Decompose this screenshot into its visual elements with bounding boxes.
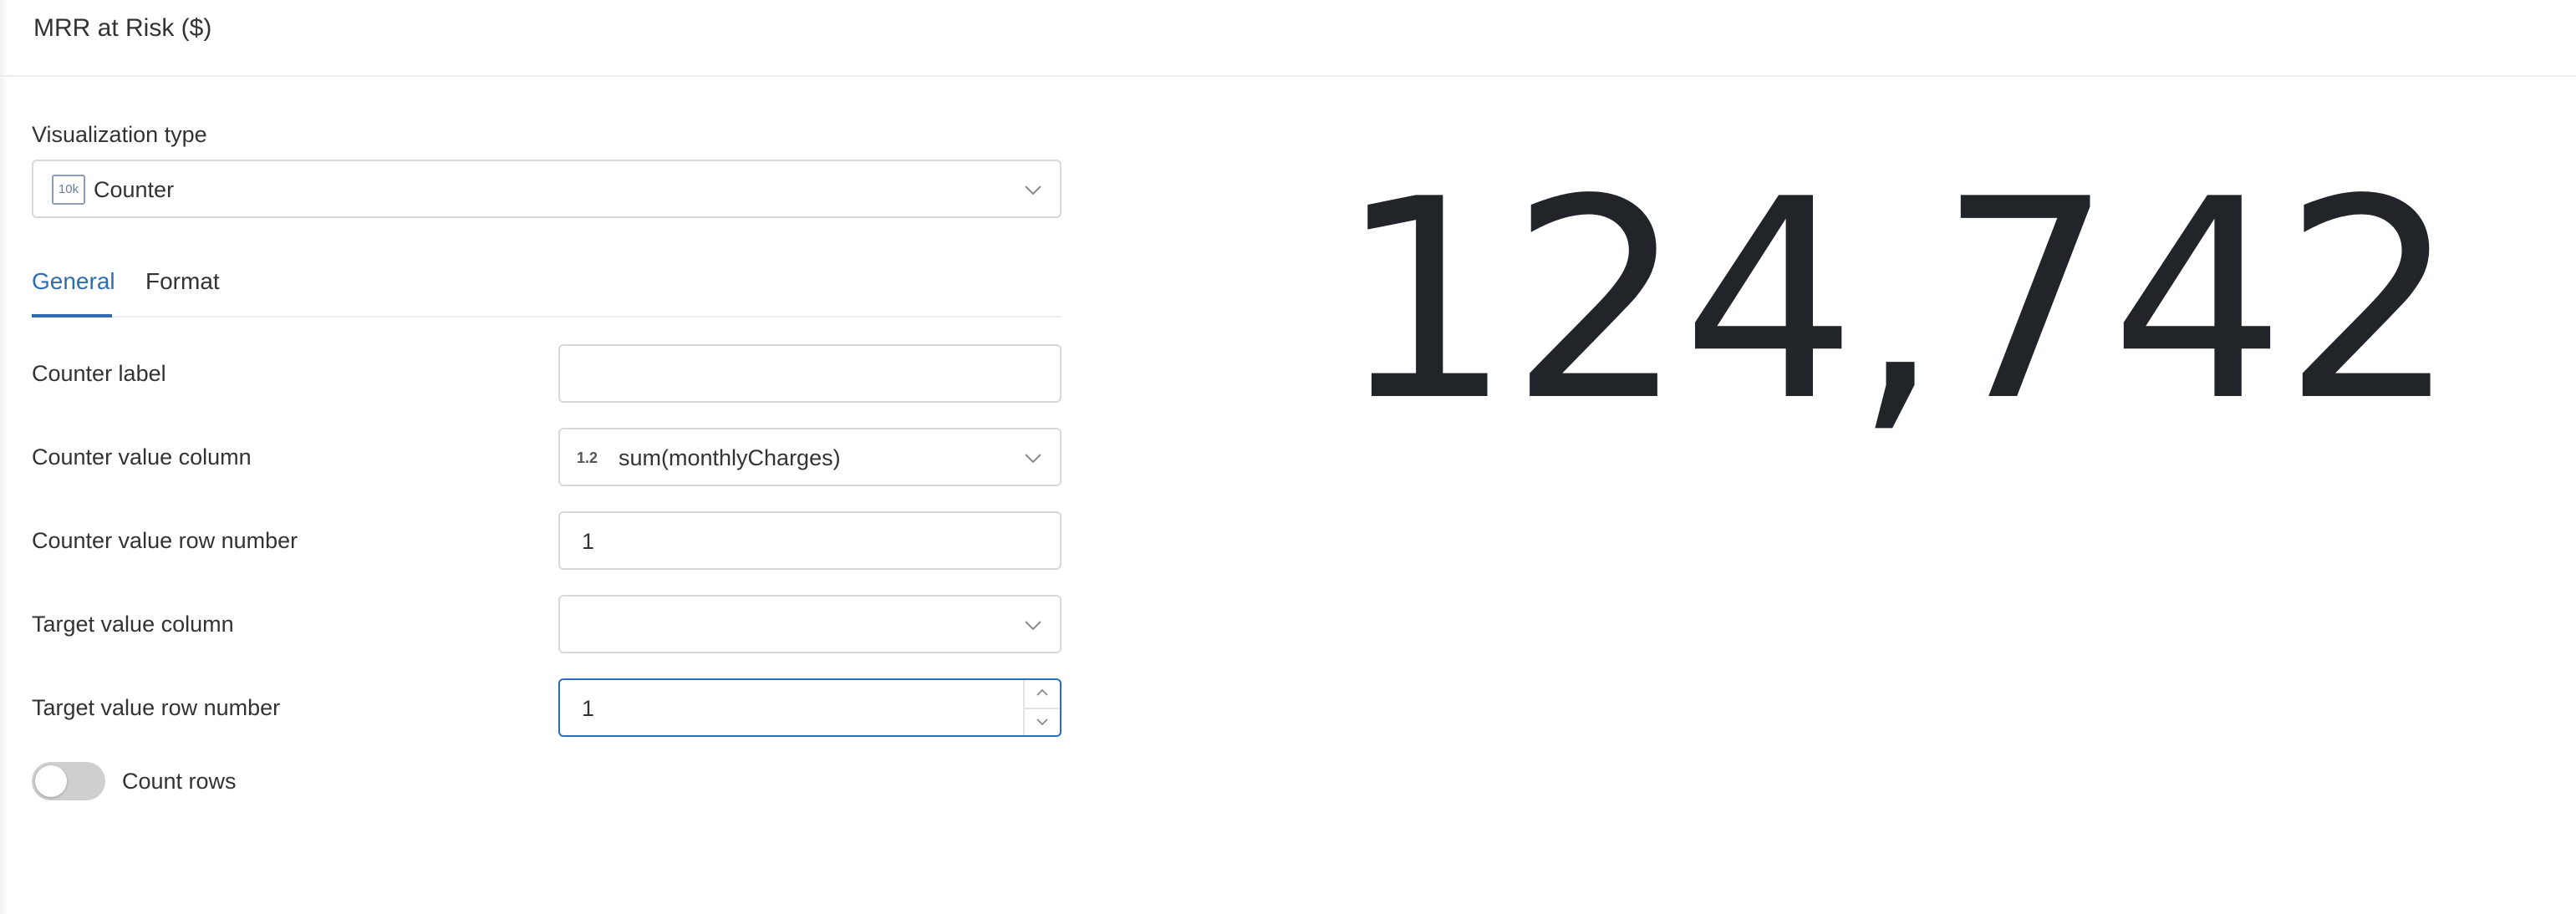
visualization-header: MRR at Risk ($) xyxy=(0,0,2576,77)
chevron-down-icon xyxy=(1023,180,1043,200)
left-edge-shadow xyxy=(0,0,8,914)
counter-value-display: 124,742 xyxy=(1337,140,2458,461)
page-title: MRR at Risk ($) xyxy=(33,14,212,42)
toggle-knob xyxy=(35,765,67,797)
target-value-column-select[interactable] xyxy=(558,595,1061,653)
counter-value-column-label: Counter value column xyxy=(32,444,252,470)
count-rows-toggle[interactable] xyxy=(32,762,105,800)
counter-value-column-value: sum(monthlyCharges) xyxy=(619,445,841,470)
counter-value-column-select[interactable]: 1.2 sum(monthlyCharges) xyxy=(558,428,1061,486)
count-rows-label: Count rows xyxy=(122,769,237,794)
editor-tabs: General Format xyxy=(32,259,1061,317)
decrement-button[interactable] xyxy=(1025,708,1060,735)
number-stepper xyxy=(1023,680,1060,735)
number-type-icon: 1.2 xyxy=(577,449,598,466)
target-value-row-value: 1 xyxy=(582,696,595,721)
active-tab-indicator xyxy=(32,314,112,317)
target-value-column-label: Target value column xyxy=(32,612,234,637)
counter-label-label: Counter label xyxy=(32,361,166,386)
chevron-down-icon xyxy=(1023,448,1043,468)
target-value-row-label: Target value row number xyxy=(32,695,281,720)
tab-general[interactable]: General xyxy=(32,267,115,296)
chevron-down-icon xyxy=(1023,615,1043,635)
visualization-type-select[interactable]: 10k Counter xyxy=(32,160,1061,218)
increment-button[interactable] xyxy=(1025,680,1060,708)
counter-type-icon: 10k xyxy=(52,175,85,205)
tab-format[interactable]: Format xyxy=(145,267,220,296)
visualization-type-label: Visualization type xyxy=(32,122,207,147)
counter-value-row-input[interactable]: 1 xyxy=(558,511,1061,570)
target-value-row-input[interactable]: 1 xyxy=(558,678,1061,737)
counter-value-row-value: 1 xyxy=(582,529,595,554)
counter-label-input[interactable] xyxy=(558,344,1061,403)
visualization-type-value: Counter xyxy=(94,177,175,202)
counter-value-row-label: Counter value row number xyxy=(32,528,298,553)
